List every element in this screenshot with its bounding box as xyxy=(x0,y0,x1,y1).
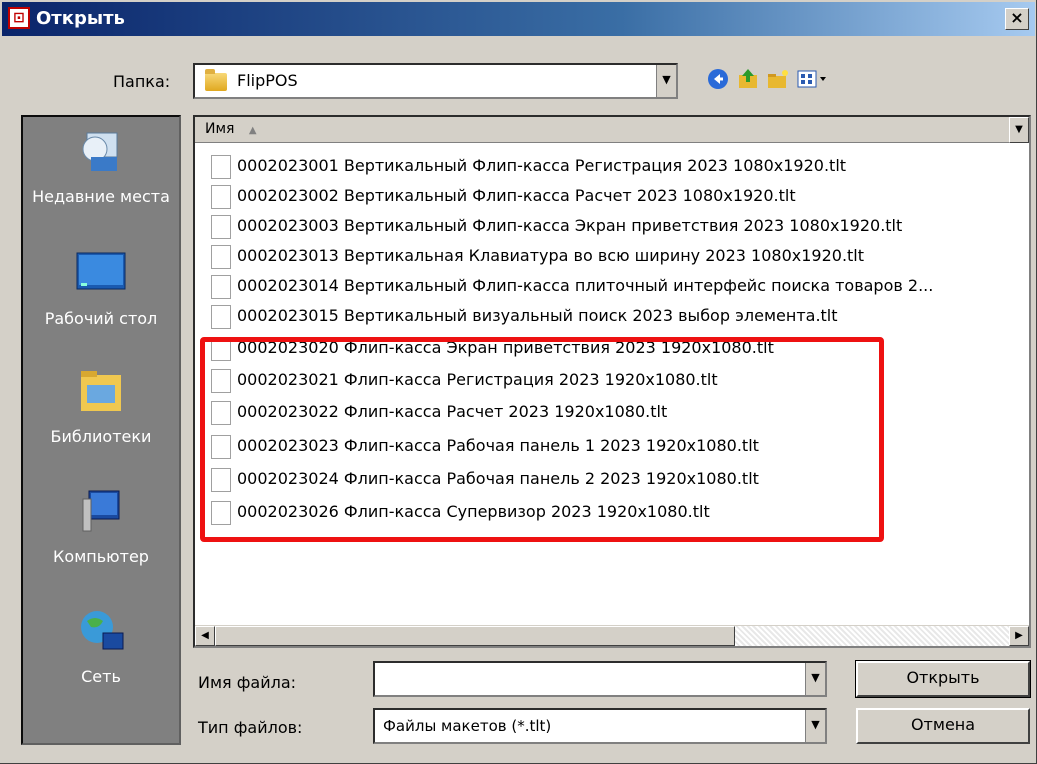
place-label: Библиотеки xyxy=(50,427,152,446)
computer-icon xyxy=(82,490,120,532)
file-icon xyxy=(211,434,231,459)
title-bar[interactable]: ⊡ Открыть × xyxy=(2,2,1035,36)
file-list[interactable]: Имя ▲ ▼ 0002023001 Вертикальный Флип-кас… xyxy=(193,115,1031,648)
close-button[interactable]: × xyxy=(1005,8,1029,30)
file-name: 0002023020 Флип-касса Экран приветствия … xyxy=(237,338,774,357)
list-item[interactable]: 0002023022 Флип-касса Расчет 2023 1920x1… xyxy=(211,397,1029,427)
place-computer[interactable]: Компьютер xyxy=(23,487,179,567)
list-item[interactable]: 0002023001 Вертикальный Флип-касса Регис… xyxy=(211,151,1029,181)
filename-input[interactable]: ▼ xyxy=(373,661,827,697)
open-file-dialog: ⊡ Открыть × Папка: FlipPOS ▼ Недавние ме… xyxy=(0,0,1037,764)
open-button[interactable]: Открыть xyxy=(855,660,1031,698)
file-name: 0002023024 Флип-касса Рабочая панель 2 2… xyxy=(237,469,759,488)
file-icon xyxy=(211,368,231,393)
view-menu-icon[interactable] xyxy=(796,67,830,91)
list-item[interactable]: 0002023003 Вертикальный Флип-касса Экран… xyxy=(211,211,1029,241)
places-bar: Недавние места Рабочий стол Библиотеки К… xyxy=(21,115,181,745)
folder-value: FlipPOS xyxy=(237,71,298,90)
network-icon xyxy=(81,611,124,650)
file-name: 0002023026 Флип-касса Супервизор 2023 19… xyxy=(237,502,710,521)
column-name-label: Имя xyxy=(205,121,235,137)
file-icon xyxy=(211,304,231,329)
file-icon xyxy=(211,467,231,492)
list-item[interactable]: 0002023026 Флип-касса Супервизор 2023 19… xyxy=(211,497,1029,527)
scroll-thumb[interactable] xyxy=(215,626,735,646)
up-folder-icon[interactable] xyxy=(736,67,760,91)
column-header-name[interactable]: Имя ▲ xyxy=(195,117,1009,143)
column-menu-button[interactable]: ▼ xyxy=(1009,117,1029,143)
file-icon xyxy=(211,214,231,239)
place-label: Сеть xyxy=(81,667,121,686)
filetype-select[interactable]: Файлы макетов (*.tlt) ▼ xyxy=(373,708,827,744)
list-item[interactable]: 0002023015 Вертикальный визуальный поиск… xyxy=(211,301,1029,331)
list-item[interactable]: 0002023024 Флип-касса Рабочая панель 2 2… xyxy=(211,464,1029,494)
list-item[interactable]: 0002023021 Флип-касса Регистрация 2023 1… xyxy=(211,365,1029,395)
place-label: Компьютер xyxy=(53,547,149,566)
file-icon xyxy=(211,244,231,269)
file-icon xyxy=(211,154,231,179)
file-icon xyxy=(211,500,231,525)
new-folder-icon[interactable] xyxy=(766,67,790,91)
file-name: 0002023015 Вертикальный визуальный поиск… xyxy=(237,306,838,325)
desktop-icon xyxy=(76,252,126,290)
app-icon: ⊡ xyxy=(8,7,30,29)
file-icon xyxy=(211,274,231,299)
scroll-left-icon[interactable]: ◀ xyxy=(195,626,215,646)
filetype-label: Тип файлов: xyxy=(198,718,303,737)
file-name: 0002023013 Вертикальная Клавиатура во вс… xyxy=(237,246,865,265)
folder-label: Папка: xyxy=(113,72,171,91)
cancel-button[interactable]: Отмена xyxy=(856,708,1030,744)
recent-places-icon xyxy=(82,132,118,171)
libraries-icon xyxy=(81,371,121,411)
list-item[interactable]: 0002023002 Вертикальный Флип-касса Расче… xyxy=(211,181,1029,211)
place-label: Недавние места xyxy=(32,187,170,206)
sort-up-icon: ▲ xyxy=(248,125,257,136)
chevron-down-icon[interactable]: ▼ xyxy=(656,65,676,97)
chevron-down-icon[interactable]: ▼ xyxy=(805,710,825,742)
horizontal-scrollbar[interactable]: ◀ ▶ xyxy=(195,625,1029,646)
file-name: 0002023003 Вертикальный Флип-касса Экран… xyxy=(237,216,903,235)
file-name: 0002023023 Флип-касса Рабочая панель 1 2… xyxy=(237,436,759,455)
filetype-value: Файлы макетов (*.tlt) xyxy=(383,717,552,735)
place-recent[interactable]: Недавние места xyxy=(23,127,179,207)
scroll-right-icon[interactable]: ▶ xyxy=(1009,626,1029,646)
file-name: 0002023022 Флип-касса Расчет 2023 1920x1… xyxy=(237,402,668,421)
file-icon xyxy=(211,400,231,425)
file-icon xyxy=(211,336,231,361)
place-label: Рабочий стол xyxy=(44,309,158,328)
file-name: 0002023002 Вертикальный Флип-касса Расче… xyxy=(237,186,796,205)
list-item[interactable]: 0002023020 Флип-касса Экран приветствия … xyxy=(211,333,1029,363)
dialog-title: Открыть xyxy=(36,8,125,29)
place-network[interactable]: Сеть xyxy=(23,607,179,687)
filename-label: Имя файла: xyxy=(198,673,297,692)
file-name: 0002023014 Вертикальный Флип-касса плито… xyxy=(237,276,934,295)
folder-select[interactable]: FlipPOS ▼ xyxy=(193,63,678,99)
file-icon xyxy=(211,184,231,209)
folder-icon xyxy=(205,69,227,91)
list-item[interactable]: 0002023023 Флип-касса Рабочая панель 1 2… xyxy=(211,431,1029,461)
list-item[interactable]: 0002023014 Вертикальный Флип-касса плито… xyxy=(211,271,1029,301)
place-libraries[interactable]: Библиотеки xyxy=(23,367,179,447)
list-item[interactable]: 0002023013 Вертикальная Клавиатура во вс… xyxy=(211,241,1029,271)
place-desktop[interactable]: Рабочий стол xyxy=(23,249,179,329)
file-name: 0002023021 Флип-касса Регистрация 2023 1… xyxy=(237,370,718,389)
chevron-down-icon[interactable]: ▼ xyxy=(805,663,825,695)
file-name: 0002023001 Вертикальный Флип-касса Регис… xyxy=(237,156,847,175)
back-icon[interactable] xyxy=(706,67,730,91)
